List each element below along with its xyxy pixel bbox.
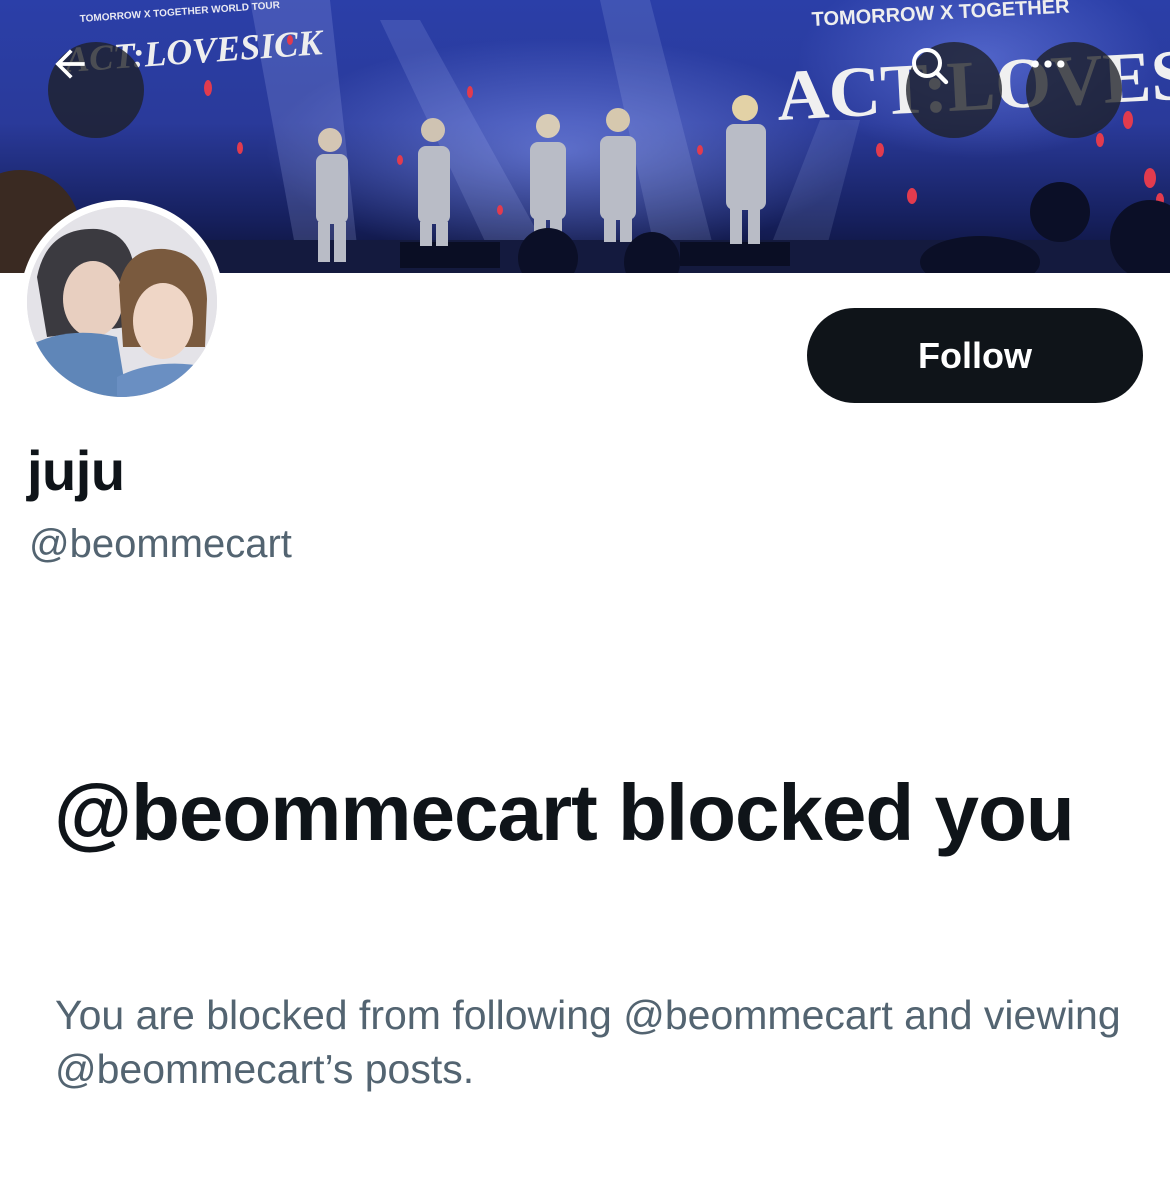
back-button[interactable] xyxy=(48,42,144,138)
arrow-left-icon xyxy=(55,49,85,79)
blocked-title: @beommecart blocked you xyxy=(54,768,1075,857)
search-icon xyxy=(912,48,949,85)
svg-text:TOMORROW X TOGETHER: TOMORROW X TOGETHER xyxy=(811,0,1071,31)
profile-page: TOMORROW X TOGETHER WORLD TOUR ACT:LOVES… xyxy=(0,0,1170,1192)
avatar-image xyxy=(27,207,217,397)
user-handle: @beommecart xyxy=(29,522,292,566)
search-button[interactable] xyxy=(906,42,1002,138)
more-horizontal-icon xyxy=(1031,60,1065,68)
svg-text:TOMORROW X TOGETHER WORLD TOUR: TOMORROW X TOGETHER WORLD TOUR xyxy=(79,0,281,25)
follow-button[interactable]: Follow xyxy=(807,308,1143,403)
avatar[interactable] xyxy=(20,200,224,404)
display-name: juju xyxy=(27,439,125,502)
more-button[interactable] xyxy=(1026,42,1122,138)
blocked-description: You are blocked from following @beommeca… xyxy=(55,992,1121,1092)
